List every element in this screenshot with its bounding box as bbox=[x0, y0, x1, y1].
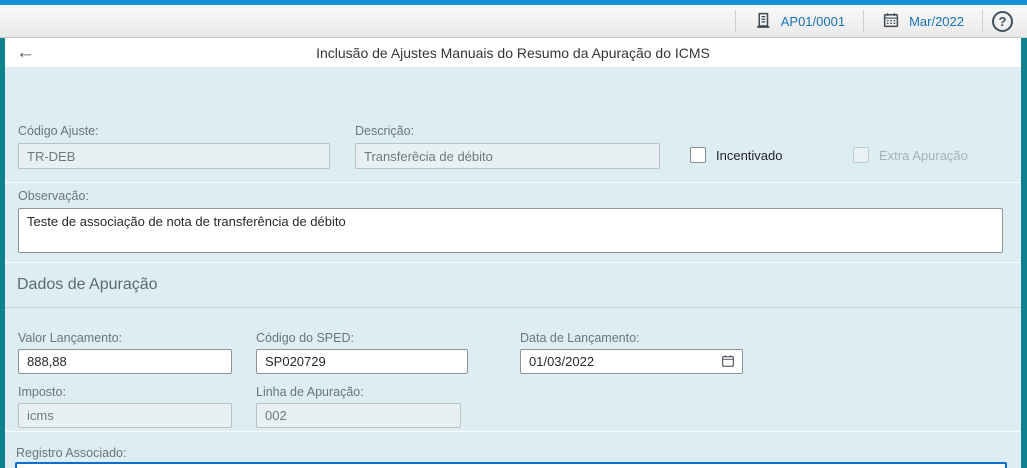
data-lancamento-field bbox=[520, 349, 743, 374]
group-divider bbox=[5, 182, 1021, 183]
section-title: Dados de Apuração bbox=[17, 276, 158, 293]
descricao-input bbox=[355, 143, 660, 169]
toolbar-divider bbox=[982, 10, 983, 32]
registro-associado-label: Registro Associado: bbox=[16, 446, 127, 460]
incentivado-checkbox[interactable] bbox=[690, 147, 706, 163]
codigo-sped-input[interactable] bbox=[256, 349, 468, 374]
linha-apuracao-input bbox=[256, 403, 461, 428]
page-header: ← Inclusão de Ajustes Manuais do Resumo … bbox=[5, 38, 1021, 68]
codigo-ajuste-input bbox=[18, 143, 330, 169]
group-divider bbox=[5, 431, 1021, 432]
imposto-label: Imposto: bbox=[18, 385, 66, 399]
screen: AP01/0001 Mar/2022 ? ← Inclusão de Ajust… bbox=[0, 0, 1027, 468]
company-code-button[interactable]: AP01/0001 bbox=[736, 5, 863, 37]
shell-toolbar: AP01/0001 Mar/2022 ? bbox=[0, 5, 1027, 38]
incentivado-label: Incentivado bbox=[716, 148, 783, 163]
valor-lancamento-input[interactable] bbox=[18, 349, 232, 374]
codigo-ajuste-label: Código Ajuste: bbox=[18, 124, 99, 138]
calendar-icon bbox=[882, 11, 900, 32]
imposto-input bbox=[18, 403, 232, 428]
observacao-label: Observação: bbox=[18, 189, 89, 203]
period-button[interactable]: Mar/2022 bbox=[864, 5, 982, 37]
observacao-textarea[interactable]: Teste de associação de nota de transferê… bbox=[18, 208, 1003, 253]
help-button[interactable]: ? bbox=[992, 10, 1013, 32]
group-divider bbox=[5, 262, 1021, 263]
extra-apuracao-label: Extra Apuração bbox=[879, 148, 968, 163]
company-code-label: AP01/0001 bbox=[780, 13, 846, 29]
data-lancamento-label: Data de Lançamento: bbox=[520, 331, 640, 345]
company-icon bbox=[754, 11, 772, 32]
panel-right-border bbox=[1021, 38, 1027, 468]
descricao-label: Descrição: bbox=[355, 124, 415, 138]
data-lancamento-input[interactable] bbox=[520, 349, 743, 374]
form-area: Código Ajuste: Descrição: Incentivado Ex… bbox=[5, 68, 1021, 468]
page-title: Inclusão de Ajustes Manuais do Resumo da… bbox=[316, 44, 710, 61]
linha-apuracao-label: Linha de Apuração: bbox=[256, 385, 364, 399]
codigo-sped-label: Código do SPED: bbox=[256, 331, 354, 345]
date-picker-icon[interactable] bbox=[720, 353, 736, 374]
main-panel: ← Inclusão de Ajustes Manuais do Resumo … bbox=[5, 38, 1021, 468]
valor-lancamento-label: Valor Lançamento: bbox=[18, 331, 122, 345]
extra-apuracao-checkbox bbox=[853, 147, 869, 163]
period-label: Mar/2022 bbox=[909, 13, 964, 29]
back-button[interactable]: ← bbox=[16, 41, 35, 65]
registro-associado-select[interactable]: E111-AJUSTE/BENEFÍCIO/INCENTIVO DA APURA… bbox=[15, 462, 1007, 468]
section-divider bbox=[5, 307, 1021, 308]
